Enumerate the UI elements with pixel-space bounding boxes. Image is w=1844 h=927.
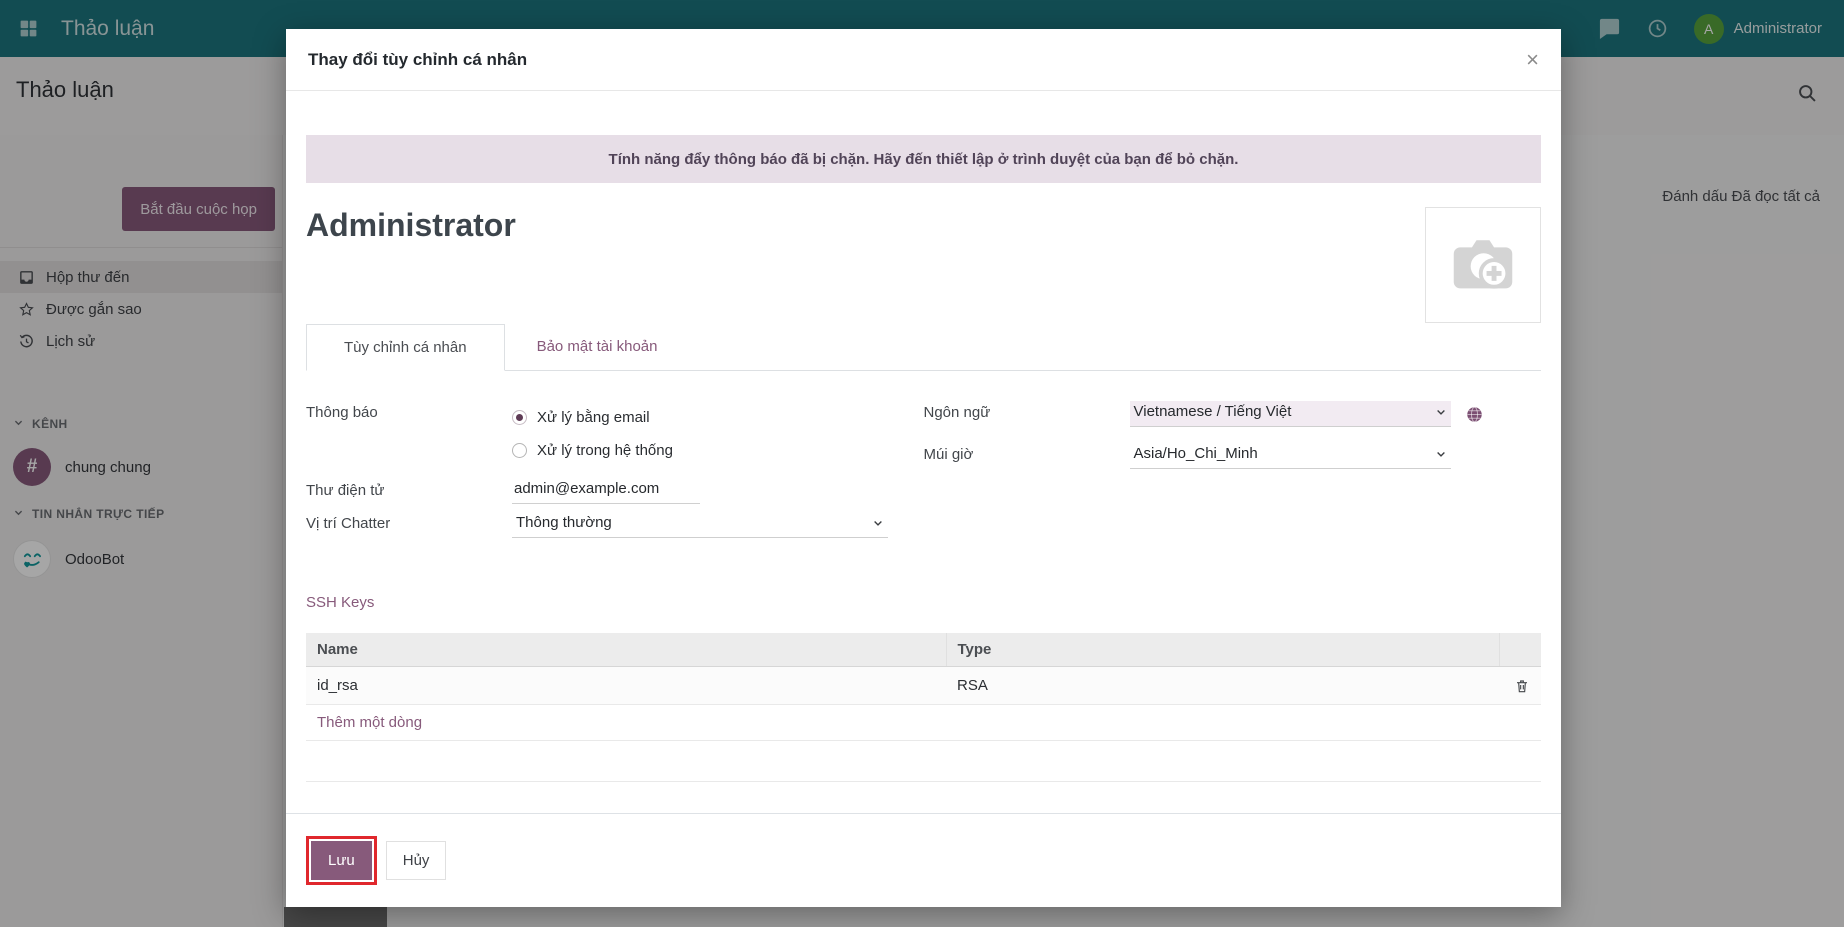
chevron-down-icon (872, 517, 884, 529)
tab-preferences[interactable]: Tùy chỉnh cá nhân (306, 324, 505, 371)
timezone-select[interactable]: Asia/Ho_Chi_Minh (1130, 443, 1451, 469)
ssh-keys-table: Name Type id_rsa RSA Thêm một dòng (306, 633, 1541, 782)
modal-footer: Lưu Hủy (286, 813, 1561, 907)
trash-icon[interactable] (1514, 678, 1530, 694)
push-notification-alert: Tính năng đẩy thông báo đã bị chặn. Hãy … (306, 135, 1541, 183)
tab-account-security[interactable]: Bảo mật tài khoản (505, 323, 690, 370)
cancel-button[interactable]: Hủy (386, 841, 447, 880)
notification-label: Thông báo (306, 401, 512, 467)
modal-title: Thay đổi tùy chỉnh cá nhân (308, 50, 527, 70)
language-label: Ngôn ngữ (924, 401, 1130, 427)
email-label: Thư điện tử (306, 479, 512, 504)
ssh-keys-heading: SSH Keys (306, 594, 1541, 611)
ssh-key-name-cell: id_rsa (306, 667, 946, 705)
profile-name-heading: Administrator (306, 207, 516, 244)
table-row[interactable]: id_rsa RSA (306, 667, 1541, 705)
radio-option-email[interactable]: Xử lý bằng email (512, 401, 673, 434)
save-button[interactable]: Lưu (311, 841, 372, 880)
language-select[interactable]: Vietnamese / Tiếng Việt (1130, 401, 1451, 427)
modal-body: Tính năng đẩy thông báo đã bị chặn. Hãy … (286, 91, 1561, 813)
radio-unchecked-icon (512, 443, 527, 458)
red-annotation-box: Lưu (306, 836, 377, 885)
column-header-type[interactable]: Type (946, 633, 1499, 667)
modal-header: Thay đổi tùy chỉnh cá nhân × (286, 29, 1561, 91)
chatter-position-select[interactable]: Thông thường (512, 512, 888, 538)
modal-tabs: Tùy chỉnh cá nhân Bảo mật tài khoản (306, 323, 1541, 371)
radio-checked-icon (512, 410, 527, 425)
close-icon[interactable]: × (1526, 49, 1539, 71)
globe-icon[interactable] (1466, 401, 1483, 427)
radio-option-odoo[interactable]: Xử lý trong hệ thống (512, 434, 673, 467)
timezone-label: Múi giờ (924, 427, 1130, 469)
chevron-down-icon (1435, 448, 1447, 460)
empty-table-row (306, 741, 1541, 782)
ssh-key-type-cell: RSA (946, 667, 1499, 705)
add-line-link: Thêm một dòng (306, 705, 1541, 741)
email-field[interactable] (512, 479, 700, 504)
column-header-actions (1499, 633, 1541, 667)
preferences-modal: Thay đổi tùy chỉnh cá nhân × Tính năng đ… (286, 29, 1561, 907)
chevron-down-icon (1435, 406, 1447, 418)
avatar-upload-box[interactable] (1425, 207, 1541, 323)
chatter-position-label: Vị trí Chatter (306, 504, 512, 538)
column-header-name[interactable]: Name (306, 633, 946, 667)
camera-plus-icon (1444, 224, 1522, 307)
add-line-row[interactable]: Thêm một dòng (306, 705, 1541, 741)
